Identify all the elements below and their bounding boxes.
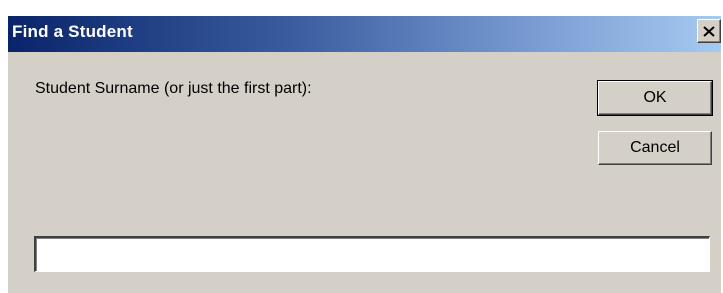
title-bar[interactable]: Find a Student — [8, 16, 721, 52]
find-student-dialog: Find a Student Student Surname (or just … — [8, 16, 721, 293]
surname-input[interactable] — [34, 236, 710, 272]
cancel-button[interactable]: Cancel — [598, 131, 712, 165]
ok-button[interactable]: OK — [597, 80, 713, 116]
window-title: Find a Student — [12, 22, 133, 41]
close-icon — [703, 25, 715, 37]
surname-prompt-label: Student Surname (or just the first part)… — [35, 80, 312, 97]
close-button[interactable] — [697, 19, 721, 43]
